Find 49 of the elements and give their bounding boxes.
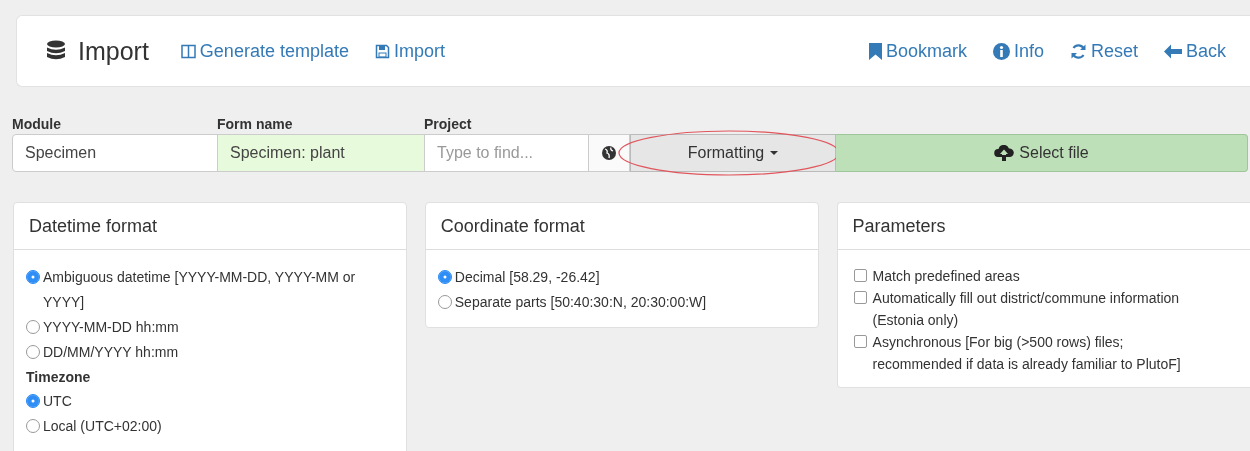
option-label: DD/MM/YYYY hh:mm [43,343,179,362]
checkbox[interactable] [853,335,867,348]
radio-button[interactable] [26,394,40,408]
header-link[interactable]: Back [1163,40,1226,62]
panel-title: Parameters [837,203,1250,250]
input-field[interactable]: Type to find... [424,134,589,172]
radio-button[interactable] [437,270,452,284]
refresh-icon [1069,42,1087,60]
select-file-button[interactable]: Select file [836,134,1248,172]
header-link[interactable]: Bookmark [868,40,967,62]
left-arrow-icon [1163,43,1182,59]
header-link[interactable]: Info [992,40,1044,62]
section-label: Timezone [26,368,92,387]
option-label: Match predefined areas [872,267,1020,286]
option-label: YYYY-MM-DD hh:mm [43,318,179,337]
panel-title: Coordinate format [425,203,818,250]
checkbox[interactable] [853,269,867,282]
radio-button[interactable] [26,320,40,334]
checkbox[interactable] [853,291,867,304]
caret-icon [770,151,779,155]
bookmark-icon [868,42,882,60]
input-field[interactable]: Specimen [12,134,218,172]
field-label: Form name [217,115,294,134]
option-label: Local (UTC+02:00) [43,417,162,436]
input-field[interactable]: Specimen: plant [217,134,425,172]
columns-icon [180,43,196,59]
formatting-button[interactable]: Formatting [630,134,836,172]
info-icon [992,42,1010,60]
option-label: Decimal [58.29, -26.42] [454,268,600,287]
panel-title: Datetime format [14,203,406,250]
radio-button[interactable] [26,419,40,433]
radio-button[interactable] [437,295,452,309]
database-icon [46,40,66,62]
option-label: Separate parts [50:40:30:N, 20:30:00:W] [454,293,707,312]
header-link[interactable]: Reset [1069,40,1138,62]
option-label: Ambiguous datetime [YYYY-MM-DD, YYYY-MM or YYYY] [43,268,357,312]
field-label: Module [12,115,62,134]
globe-icon [602,146,616,160]
radio-button[interactable] [26,345,40,359]
header-link[interactable]: Generate template [180,40,349,62]
option-label: Automatically fill out district/commune information (Estonia only) [872,289,1181,330]
cloud-upload-icon [994,145,1015,161]
page-title: Import [78,36,149,66]
radio-button[interactable] [26,270,40,284]
header-link[interactable]: Import [374,40,445,62]
option-label: Asynchronous [For big (>500 rows) files; recommended if data is already familiar to PlutoF] [872,333,1182,374]
globe-addon[interactable] [588,134,630,172]
option-label: UTC [43,392,72,411]
field-label: Project [424,115,473,134]
